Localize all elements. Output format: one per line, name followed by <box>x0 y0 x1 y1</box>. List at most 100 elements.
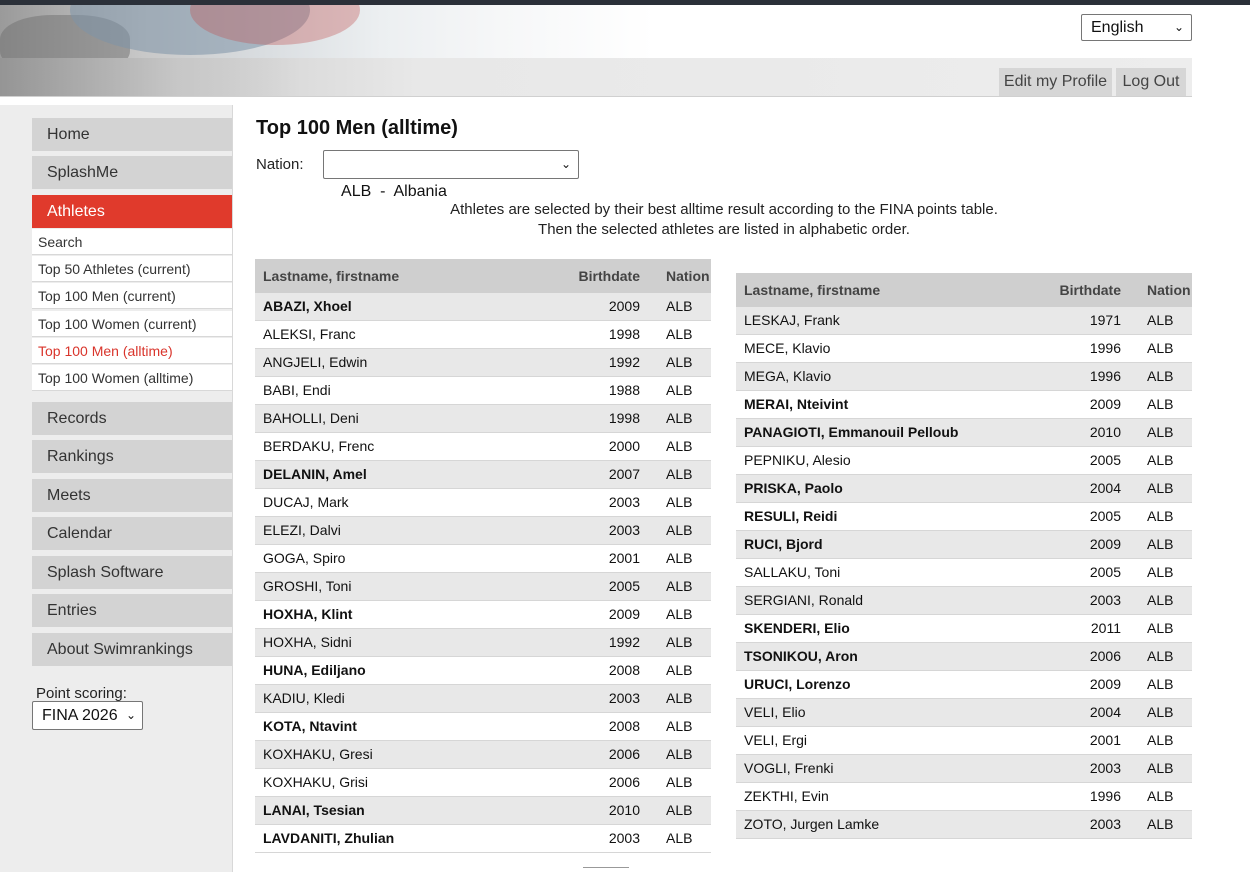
subnav-top100-women-alltime[interactable]: Top 100 Women (alltime) <box>32 365 232 391</box>
athlete-name-link[interactable]: MECE, Klavio <box>744 335 830 362</box>
athlete-name-link[interactable]: SKENDERI, Elio <box>744 615 850 642</box>
subnav-top50-current[interactable]: Top 50 Athletes (current) <box>32 256 232 282</box>
athlete-name-link[interactable]: KOTA, Ntavint <box>263 713 357 740</box>
nation-code: ALB <box>1147 732 1174 748</box>
point-scoring-select[interactable]: FINA 2026 ⌄ <box>32 701 143 730</box>
athlete-name-link[interactable]: PRISKA, Paolo <box>744 475 843 502</box>
nation-code: ALB <box>666 606 693 622</box>
birth-year: 2011 <box>1090 620 1121 636</box>
athlete-name-link[interactable]: SERGIANI, Ronald <box>744 587 863 614</box>
nav-rankings[interactable]: Rankings <box>32 440 232 473</box>
athlete-name-link[interactable]: PEPNIKU, Alesio <box>744 447 851 474</box>
athlete-name-link[interactable]: TSONIKOU, Aron <box>744 643 858 670</box>
table-row: VELI, Ergi 2001 ALB <box>736 727 1192 755</box>
nav-splash-software[interactable]: Splash Software <box>32 556 232 589</box>
birth-year: 1988 <box>608 382 640 398</box>
birth-year: 1971 <box>1089 312 1121 328</box>
athlete-name-link[interactable]: MERAI, Nteivint <box>744 391 848 418</box>
nav-calendar[interactable]: Calendar <box>32 517 232 550</box>
athlete-name-link[interactable]: KADIU, Kledi <box>263 685 345 712</box>
athlete-name-link[interactable]: BABI, Endi <box>263 377 331 404</box>
column-header-birthdate[interactable]: Birthdate <box>579 259 640 293</box>
athlete-name-link[interactable]: ABAZI, Xhoel <box>263 293 352 320</box>
table-header: Lastname, firstname Birthdate Nation <box>255 259 711 293</box>
nation-code: ALB <box>1147 396 1174 412</box>
athlete-name-link[interactable]: ELEZI, Dalvi <box>263 517 341 544</box>
nation-select[interactable]: ALB - Albania ⌄ <box>323 150 579 200</box>
column-header-nation[interactable]: Nation <box>666 259 710 293</box>
athlete-name-link[interactable]: DUCAJ, Mark <box>263 489 349 516</box>
birth-year: 2010 <box>608 802 640 818</box>
athlete-name-link[interactable]: LANAI, Tsesian <box>263 797 365 824</box>
nav-meets[interactable]: Meets <box>32 479 232 512</box>
athlete-name-link[interactable]: LESKAJ, Frank <box>744 307 840 334</box>
table-row: BAHOLLI, Deni 1998 ALB <box>255 405 711 433</box>
table-row: LAVDANITI, Zhulian 2003 ALB <box>255 825 711 853</box>
nav-records[interactable]: Records <box>32 402 232 435</box>
subnav-search[interactable]: Search <box>32 229 232 255</box>
athlete-name-link[interactable]: RUCI, Bjord <box>744 531 823 558</box>
athlete-name-link[interactable]: HUNA, Ediljano <box>263 657 366 684</box>
nav-home[interactable]: Home <box>32 118 232 151</box>
nav-splashme[interactable]: SplashMe <box>32 156 232 189</box>
column-header-name[interactable]: Lastname, firstname <box>744 273 880 307</box>
birth-year: 1998 <box>608 410 640 426</box>
birth-year: 2006 <box>608 746 640 762</box>
athlete-name-link[interactable]: GOGA, Spiro <box>263 545 345 572</box>
nation-code: ALB <box>1147 368 1174 384</box>
athlete-name-link[interactable]: RESULI, Reidi <box>744 503 837 530</box>
table-row: HUNA, Ediljano 2008 ALB <box>255 657 711 685</box>
nav-about[interactable]: About Swimrankings <box>32 633 232 666</box>
athlete-name-link[interactable]: DELANIN, Amel <box>263 461 367 488</box>
subnav-top100-men-current[interactable]: Top 100 Men (current) <box>32 283 232 309</box>
table-row: KOXHAKU, Gresi 2006 ALB <box>255 741 711 769</box>
subnav-top100-men-alltime[interactable]: Top 100 Men (alltime) <box>32 338 232 364</box>
athlete-name-link[interactable]: ZOTO, Jurgen Lamke <box>744 811 879 838</box>
chevron-down-icon: ⌄ <box>125 708 136 722</box>
birth-year: 2005 <box>1089 508 1121 524</box>
nav-athletes[interactable]: Athletes <box>32 195 232 228</box>
athlete-name-link[interactable]: BAHOLLI, Deni <box>263 405 359 432</box>
athlete-name-link[interactable]: BERDAKU, Frenc <box>263 433 374 460</box>
athlete-name-link[interactable]: ZEKTHI, Evin <box>744 783 829 810</box>
table-row: VELI, Elio 2004 ALB <box>736 699 1192 727</box>
athlete-name-link[interactable]: GROSHI, Toni <box>263 573 351 600</box>
table-row: GOGA, Spiro 2001 ALB <box>255 545 711 573</box>
nation-label: Nation: <box>256 156 304 173</box>
table-row: DELANIN, Amel 2007 ALB <box>255 461 711 489</box>
athlete-name-link[interactable]: SALLAKU, Toni <box>744 559 840 586</box>
nation-code: ALB <box>1147 564 1174 580</box>
table-row: SERGIANI, Ronald 2003 ALB <box>736 587 1192 615</box>
athlete-name-link[interactable]: HOXHA, Klint <box>263 601 352 628</box>
nation-code: ALB <box>666 410 693 426</box>
table-row: ALEKSI, Franc 1998 ALB <box>255 321 711 349</box>
edit-profile-button[interactable]: Edit my Profile <box>999 68 1112 96</box>
athlete-name-link[interactable]: ALEKSI, Franc <box>263 321 356 348</box>
athlete-name-link[interactable]: VELI, Elio <box>744 699 805 726</box>
athlete-name-link[interactable]: PANAGIOTI, Emmanouil Pelloub <box>744 419 958 446</box>
column-header-birthdate[interactable]: Birthdate <box>1060 273 1121 307</box>
nation-code: ALB <box>1147 508 1174 524</box>
birth-year: 2001 <box>1089 732 1121 748</box>
athlete-name-link[interactable]: HOXHA, Sidni <box>263 629 352 656</box>
nation-code: ALB <box>666 298 693 314</box>
athlete-name-link[interactable]: VELI, Ergi <box>744 727 807 754</box>
nation-code: ALB <box>1147 592 1174 608</box>
subnav-top100-women-current[interactable]: Top 100 Women (current) <box>32 311 232 337</box>
athlete-name-link[interactable]: VOGLI, Frenki <box>744 755 833 782</box>
nation-code: ALB <box>1147 648 1174 664</box>
birth-year: 1998 <box>608 326 640 342</box>
athlete-name-link[interactable]: LAVDANITI, Zhulian <box>263 825 394 852</box>
athlete-name-link[interactable]: URUCI, Lorenzo <box>744 671 851 698</box>
athlete-name-link[interactable]: ANGJELI, Edwin <box>263 349 367 376</box>
nation-code: ALB <box>1147 424 1174 440</box>
language-select[interactable]: English ⌄ <box>1081 14 1192 41</box>
logout-button[interactable]: Log Out <box>1116 68 1186 96</box>
column-header-nation[interactable]: Nation <box>1147 273 1191 307</box>
athlete-name-link[interactable]: MEGA, Klavio <box>744 363 831 390</box>
column-header-name[interactable]: Lastname, firstname <box>263 259 399 293</box>
nation-code: ALB <box>1147 340 1174 356</box>
nav-entries[interactable]: Entries <box>32 594 232 627</box>
athlete-name-link[interactable]: KOXHAKU, Grisi <box>263 769 368 796</box>
athlete-name-link[interactable]: KOXHAKU, Gresi <box>263 741 373 768</box>
